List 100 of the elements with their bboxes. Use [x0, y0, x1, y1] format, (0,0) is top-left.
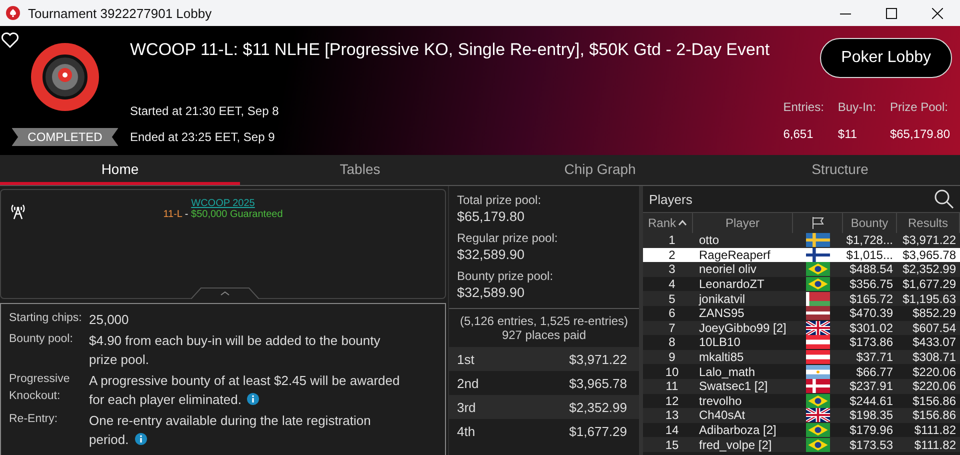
detail-label: Starting chips:: [9, 311, 83, 326]
window-title: Tournament 3922277901 Lobby: [28, 6, 213, 20]
rank-cell-text: 8: [668, 335, 676, 350]
bounty-cell-text: $66.77: [855, 364, 894, 379]
results-cell-text: $1,677.29: [902, 277, 957, 292]
flag-icon: [806, 306, 830, 320]
tab[interactable]: Chip Graph: [480, 155, 720, 185]
player-row[interactable]: 1 otto $1,728... $3,971.22: [643, 233, 960, 248]
detail-label: Bounty pool:: [9, 332, 74, 347]
payout-place: 2nd: [457, 376, 479, 390]
flag-icon: [806, 364, 830, 379]
heart-icon[interactable]: [1, 32, 19, 48]
results-cell-text: $111.82: [913, 423, 957, 438]
maximize-icon[interactable]: [886, 8, 896, 18]
poker-lobby-button[interactable]: Poker Lobby: [820, 38, 952, 78]
pool-label: Total prize pool:: [457, 193, 542, 207]
results-cell-text: $852.29: [912, 306, 957, 320]
player-row[interactable]: 5 jonikatvil $165.72 $1,195.63: [643, 291, 960, 306]
player-row[interactable]: 8 10LB10 $173.86 $433.07: [643, 335, 960, 350]
rank-cell-text: 11: [664, 379, 680, 394]
rank-cell-text: 14: [664, 423, 680, 438]
rank-cell-text: 5: [668, 292, 676, 306]
flag-icon: [806, 423, 830, 438]
info-icon[interactable]: [247, 393, 260, 405]
detail-value: $4.90 from each buy-in will be added to the bounty prize pool.: [89, 332, 382, 369]
end-time: Ended at 23:25 EET, Sep 9: [130, 130, 276, 144]
entries-note: (5,126 entries, 1,525 re-entries): [458, 314, 630, 328]
bounty-cell-text: $356.75: [848, 277, 894, 292]
player-row[interactable]: 10 Lalo_math $66.77 $220.06: [643, 364, 960, 379]
results-cell-text: $3,965.78: [902, 248, 957, 262]
rank-cell-text: 10: [664, 364, 680, 379]
app-icon: [6, 6, 20, 20]
bounty-cell-text: $488.54: [848, 262, 894, 276]
rank-cell-text: 15: [664, 438, 680, 452]
player-row[interactable]: 12 trevolho $244.61 $156.86: [643, 394, 960, 408]
payout-amount: $2,352.99: [569, 400, 627, 414]
results-cell-text: $156.86: [912, 394, 957, 408]
player-row[interactable]: 4 LeonardoZT $356.75 $1,677.29: [643, 276, 960, 292]
player-cell-text: Ch40sAt: [698, 408, 746, 422]
player-cell-text: RageReaperf: [698, 248, 772, 262]
player-cell-text: ZANS95: [698, 306, 746, 320]
payout-place: 4th: [457, 424, 476, 438]
player-row[interactable]: 14 Adibarboza [2] $179.96 $111.82: [643, 422, 960, 438]
player-row[interactable]: 9 mkalti85 $37.71 $308.71: [643, 350, 960, 364]
event-subtitle: 11-L - $50,000 Guaranteed: [163, 209, 283, 220]
tab[interactable]: Structure: [720, 155, 960, 185]
bounty-cell-text: $198.35: [848, 408, 894, 422]
results-cell-text: $220.06: [912, 364, 957, 379]
bounty-cell-text: $173.86: [848, 335, 894, 350]
results-cell-text: $1,195.63: [902, 292, 957, 306]
stat-label: Entries:: [783, 100, 824, 114]
player-cell-text: Swatsec1 [2]: [698, 379, 769, 394]
flag-icon: [806, 438, 830, 452]
detail-label: Re-Entry:: [9, 412, 59, 427]
flag-column-icon[interactable]: [810, 216, 824, 230]
pool-value: $65,179.80: [457, 209, 526, 224]
flag-icon: [806, 394, 830, 408]
event-link[interactable]: WCOOP 2025: [191, 198, 255, 209]
payout-amount: $3,971.22: [569, 352, 627, 366]
flag-icon: [806, 262, 830, 276]
player-row[interactable]: 6 ZANS95 $470.39 $852.29: [643, 306, 960, 321]
tab[interactable]: Tables: [240, 155, 480, 185]
payout-amount: $1,677.29: [569, 424, 627, 438]
player-cell-text: 10LB10: [698, 335, 742, 350]
tab[interactable]: Home: [0, 155, 240, 185]
bounty-cell-text: $165.72: [848, 292, 894, 306]
search-icon[interactable]: [934, 189, 954, 209]
rank-cell-text: 7: [668, 320, 676, 335]
flag-icon: [806, 233, 830, 248]
start-time: Started at 21:30 EET, Sep 8: [130, 104, 280, 118]
rank-cell-text: 13: [664, 408, 680, 422]
bounty-cell-text: $301.02: [848, 320, 894, 335]
info-icon[interactable]: [134, 433, 147, 445]
player-row[interactable]: 15 fred_volpe [2] $173.53 $111.82: [643, 437, 960, 452]
results-cell-text: $308.71: [912, 350, 957, 364]
stat-value: 6,651: [783, 127, 814, 141]
pool-label: Bounty prize pool:: [457, 269, 554, 283]
player-cell-text: trevolho: [698, 394, 743, 408]
player-row[interactable]: 11 Swatsec1 [2] $237.91 $220.06: [643, 378, 960, 394]
player-cell-text: Adibarboza [2]: [698, 423, 778, 438]
results-cell-text: $220.06: [912, 379, 957, 394]
collapse-handle[interactable]: [191, 287, 259, 299]
player-cell-text: mkalti85: [698, 350, 745, 364]
results-cell-text: $607.54: [912, 320, 957, 335]
results-cell-text: $2,352.99: [902, 262, 957, 276]
results-cell-text: $156.86: [912, 408, 957, 422]
detail-value: One re-entry available during the late registration period.: [89, 412, 372, 449]
rank-cell-text: 2: [668, 248, 676, 262]
bounty-cell-text: $173.53: [848, 438, 894, 452]
close-icon[interactable]: [932, 8, 942, 18]
player-row[interactable]: 7 JoeyGibbo99 [2] $301.02 $607.54: [643, 320, 960, 336]
flag-icon: [806, 277, 830, 292]
stat-value: $11: [838, 127, 858, 141]
player-cell-text: Lalo_math: [698, 364, 756, 379]
player-row[interactable]: 3 neoriel oliv $488.54 $2,352.99: [643, 262, 960, 277]
player-cell-text: JoeyGibbo99 [2]: [698, 320, 788, 335]
player-row[interactable]: 2 RageReaperf $1,015... $3,965.78: [643, 248, 960, 262]
player-row[interactable]: 13 Ch40sAt $198.35 $156.86: [643, 408, 960, 423]
bounty-cell-text: $179.96: [848, 423, 894, 438]
places-paid: 927 places paid: [500, 328, 588, 342]
